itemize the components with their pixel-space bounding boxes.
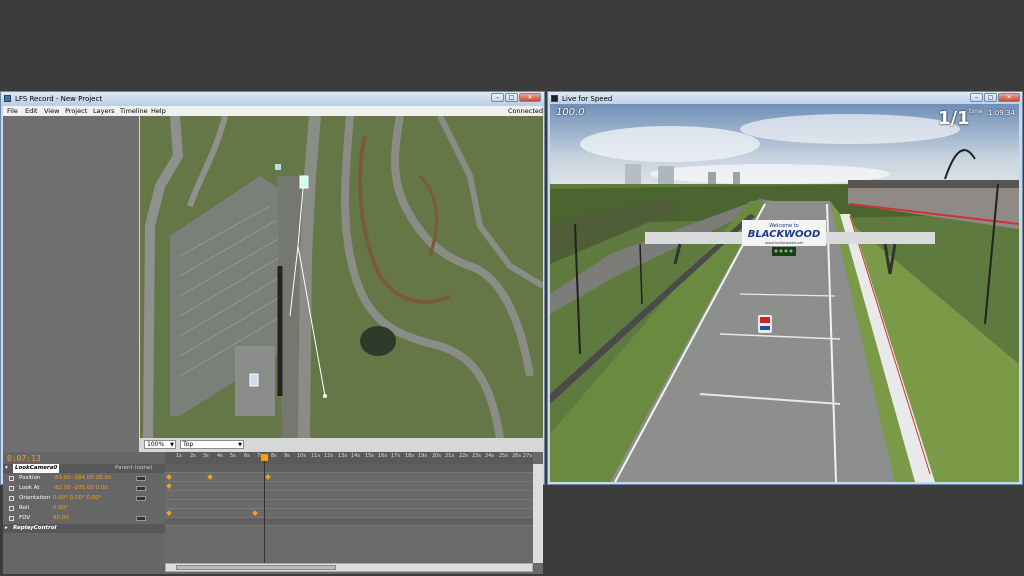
property-row[interactable]: Orientation 0.00° 0.00° 0.00° (3, 494, 165, 503)
chevron-down-icon: ▼ (238, 442, 242, 448)
menu-view[interactable]: View (44, 107, 59, 115)
property-label: Position (19, 475, 41, 481)
app-icon (551, 95, 558, 102)
layer-row[interactable]: ▸ ReplayControl (3, 524, 165, 533)
track-map (140, 116, 543, 438)
editor-titlebar[interactable]: LFS Record - New Project – □ ✕ (1, 92, 544, 106)
close-button[interactable]: ✕ (519, 93, 541, 102)
game-viewport[interactable]: Welcome to BLACKWOOD www.liveforspeed.ne… (550, 104, 1019, 482)
time-ruler[interactable]: 1s 2s 3s 4s 5s 6s 7s 8s 9s 10s 11s 12s 13s 14s … (165, 452, 533, 464)
keyframe-nav-icon[interactable] (136, 486, 146, 491)
race-position: 1/1 (938, 108, 970, 129)
minimize-button[interactable]: – (970, 93, 983, 102)
scrollbar-thumb[interactable] (176, 565, 336, 570)
playhead-handle[interactable] (261, 454, 268, 461)
lap-time: 1:09.34 (988, 109, 1015, 117)
banner-logo: BLACKWOOD (748, 229, 821, 240)
map-toolbar: 100% ▼ Top ▼ (140, 438, 543, 452)
lap-time-label: time (969, 108, 983, 115)
zoom-select[interactable]: 100% ▼ (144, 440, 176, 449)
property-row[interactable]: Roll 0.00° (3, 504, 165, 513)
property-row[interactable]: Position -83.00 -184.00 28.00 (3, 474, 165, 483)
menu-edit[interactable]: Edit (25, 107, 38, 115)
stopwatch-icon[interactable] (9, 496, 14, 501)
horizontal-scrollbar[interactable] (165, 563, 533, 572)
stopwatch-icon[interactable] (9, 476, 14, 481)
layer-track[interactable] (165, 518, 533, 526)
properties-pane (3, 116, 139, 452)
property-value[interactable]: 0.00° 0.00° 0.00° (53, 494, 102, 503)
banner-url: www.liveforspeed.net (765, 241, 803, 245)
vertical-scrollbar[interactable] (533, 464, 543, 563)
property-track[interactable] (165, 473, 533, 482)
keyframe[interactable] (166, 510, 172, 516)
look-at-target[interactable] (323, 394, 327, 398)
current-time: 0:07:13 (7, 454, 41, 463)
property-track[interactable] (165, 491, 533, 500)
close-button[interactable]: ✕ (998, 93, 1020, 102)
property-label: FOV (19, 515, 31, 521)
view-select[interactable]: Top ▼ (180, 440, 244, 449)
menu-layers[interactable]: Layers (93, 107, 115, 115)
lfs-record-window: LFS Record - New Project – □ ✕ File Edit… (0, 91, 545, 574)
collapse-arrow-icon[interactable]: ▾ (5, 464, 8, 473)
chevron-down-icon: ▼ (170, 442, 174, 448)
property-track[interactable] (165, 482, 533, 491)
menu-file[interactable]: File (7, 107, 18, 115)
maximize-button[interactable]: □ (984, 93, 997, 102)
timeline-panel: 0:07:13 ▾ LookCamera0 Parent (none) Posi… (3, 452, 543, 574)
property-track[interactable] (165, 500, 533, 509)
property-value[interactable]: -83.00 -184.00 28.00 (53, 474, 111, 483)
speed-readout: 100.0 (556, 107, 585, 118)
stopwatch-icon[interactable] (9, 506, 14, 511)
stopwatch-icon[interactable] (9, 486, 14, 491)
property-row[interactable]: FOV 80.00 (3, 514, 165, 523)
editor-title: LFS Record - New Project (15, 95, 103, 103)
property-label: Roll (19, 505, 29, 511)
track-map-view[interactable] (140, 116, 543, 438)
pond (360, 326, 396, 356)
keyframe[interactable] (166, 474, 172, 480)
layer-track[interactable] (165, 464, 533, 473)
layer-list: 0:07:13 ▾ LookCamera0 Parent (none) Posi… (3, 452, 165, 574)
layer-name[interactable]: LookCamera0 (13, 464, 60, 473)
keyframe-nav-icon[interactable] (136, 476, 146, 481)
layer-row[interactable]: ▾ LookCamera0 Parent (none) (3, 464, 165, 473)
property-label: Orientation (19, 495, 51, 501)
app-icon (4, 95, 11, 102)
keyframe-nav-icon[interactable] (136, 516, 146, 521)
property-value[interactable]: 0.00° (53, 504, 68, 513)
stopwatch-icon[interactable] (9, 516, 14, 521)
expand-arrow-icon[interactable]: ▸ (5, 524, 8, 533)
keyframe[interactable] (207, 474, 213, 480)
menu-timeline[interactable]: Timeline (120, 107, 148, 115)
property-label: Look At (19, 485, 40, 491)
maximize-button[interactable]: □ (505, 93, 518, 102)
keyframe[interactable] (252, 510, 258, 516)
race-scene: Welcome to BLACKWOOD www.liveforspeed.ne… (550, 104, 1019, 482)
menubar: File Edit View Project Layers Timeline H… (3, 106, 544, 116)
parent-select[interactable]: Parent (none) (115, 464, 152, 473)
layer-name[interactable]: ReplayControl (13, 524, 56, 533)
game-title: Live for Speed (562, 95, 613, 103)
menu-project[interactable]: Project (65, 107, 87, 115)
property-row[interactable]: Look At -82.00 -105.00 0.00 (3, 484, 165, 493)
property-track[interactable] (165, 509, 533, 518)
minimize-button[interactable]: – (491, 93, 504, 102)
property-value[interactable]: 80.00 (53, 514, 69, 523)
timeline-tracks[interactable]: 1s 2s 3s 4s 5s 6s 7s 8s 9s 10s 11s 12s 13s 14s … (165, 452, 543, 574)
connection-status: Connected (508, 107, 544, 115)
keyframe-nav-icon[interactable] (136, 496, 146, 501)
property-value[interactable]: -82.00 -105.00 0.00 (53, 484, 108, 493)
keyframe[interactable] (265, 474, 271, 480)
camera-marker[interactable] (299, 175, 309, 189)
playhead-line (264, 456, 265, 566)
keyframe[interactable] (166, 483, 172, 489)
menu-help[interactable]: Help (151, 107, 166, 115)
